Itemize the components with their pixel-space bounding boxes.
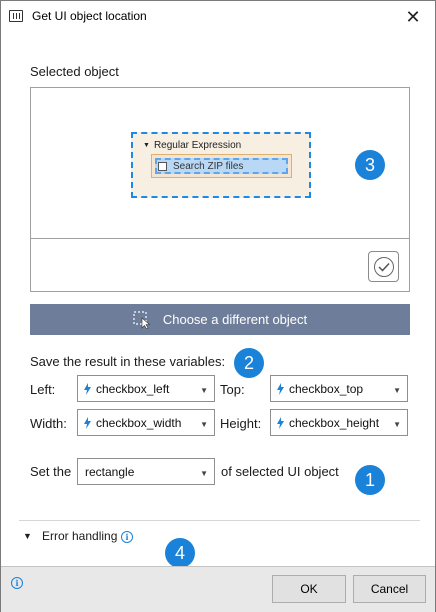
selected-object-label: Selected object — [30, 64, 119, 79]
top-variable-combobox[interactable]: checkbox_top ▼ — [270, 375, 408, 402]
property-value: rectangle — [85, 464, 135, 479]
window-title: Get UI object location — [32, 9, 147, 23]
height-variable-combobox[interactable]: checkbox_height ▼ — [270, 409, 408, 436]
captured-target-text: Search ZIP files — [173, 160, 244, 172]
width-label: Width: — [30, 416, 67, 431]
top-label: Top: — [220, 382, 245, 397]
height-label: Height: — [220, 416, 262, 431]
choose-button-label: Choose a different object — [162, 312, 308, 327]
annotation-badge-1: 1 — [355, 465, 385, 495]
title-bar: Get UI object location ✕ — [1, 1, 435, 33]
save-variables-label: Save the result in these variables: — [30, 354, 226, 369]
captured-target: Search ZIP files — [155, 158, 288, 174]
close-icon: ✕ — [405, 6, 421, 27]
select-cursor-icon — [133, 310, 153, 329]
preview-divider — [31, 238, 409, 239]
info-icon[interactable]: i — [121, 531, 133, 543]
verify-button[interactable] — [368, 251, 399, 282]
captured-row-text: Regular Expression — [153, 140, 242, 151]
dialog-window: Get UI object location ✕ Selected object… — [0, 0, 436, 612]
variable-bolt-icon — [84, 416, 91, 429]
annotation-badge-2: 2 — [234, 348, 264, 378]
width-variable-value: checkbox_width — [96, 415, 182, 430]
error-handling-label[interactable]: Error handling — [42, 529, 117, 543]
left-variable-value: checkbox_left — [96, 381, 170, 396]
captured-element-highlight: ▼ Regular Expression Search ZIP files — [131, 132, 311, 198]
variable-bolt-icon — [277, 416, 284, 429]
left-variable-combobox[interactable]: checkbox_left ▼ — [77, 375, 215, 402]
section-divider — [19, 520, 420, 521]
chevron-down-icon: ▼ — [200, 386, 208, 395]
left-label: Left: — [30, 382, 56, 397]
chevron-down-icon: ▼ — [393, 420, 401, 429]
selected-object-preview: ▼ Regular Expression Search ZIP files — [30, 87, 410, 292]
variable-bolt-icon — [277, 382, 284, 395]
variable-bolt-icon — [84, 382, 91, 395]
chevron-down-icon: ▼ — [393, 386, 401, 395]
checkbox-icon — [158, 161, 167, 171]
error-handling-toggle[interactable]: ▼ — [23, 531, 32, 541]
info-icon[interactable]: i — [11, 577, 23, 589]
captured-element-frame: Search ZIP files — [151, 154, 292, 178]
height-variable-value: checkbox_height — [289, 415, 380, 430]
of-selected-object-label: of selected UI object — [221, 464, 339, 479]
annotation-badge-4: 4 — [165, 538, 195, 568]
chevron-down-icon: ▼ — [200, 469, 208, 478]
captured-context-row: ▼ Regular Expression — [143, 140, 241, 151]
close-button[interactable]: ✕ — [391, 1, 435, 33]
ok-button[interactable]: OK — [272, 575, 346, 603]
set-the-label: Set the — [30, 464, 72, 479]
verify-icon — [373, 256, 394, 277]
choose-different-object-button[interactable]: Choose a different object — [30, 304, 410, 335]
app-icon — [9, 10, 23, 22]
chevron-down-icon: ▼ — [143, 142, 150, 149]
chevron-down-icon: ▼ — [200, 420, 208, 429]
annotation-badge-3: 3 — [355, 150, 385, 180]
cancel-button[interactable]: Cancel — [353, 575, 426, 603]
top-variable-value: checkbox_top — [289, 381, 364, 396]
property-combobox[interactable]: rectangle ▼ — [77, 458, 215, 485]
width-variable-combobox[interactable]: checkbox_width ▼ — [77, 409, 215, 436]
